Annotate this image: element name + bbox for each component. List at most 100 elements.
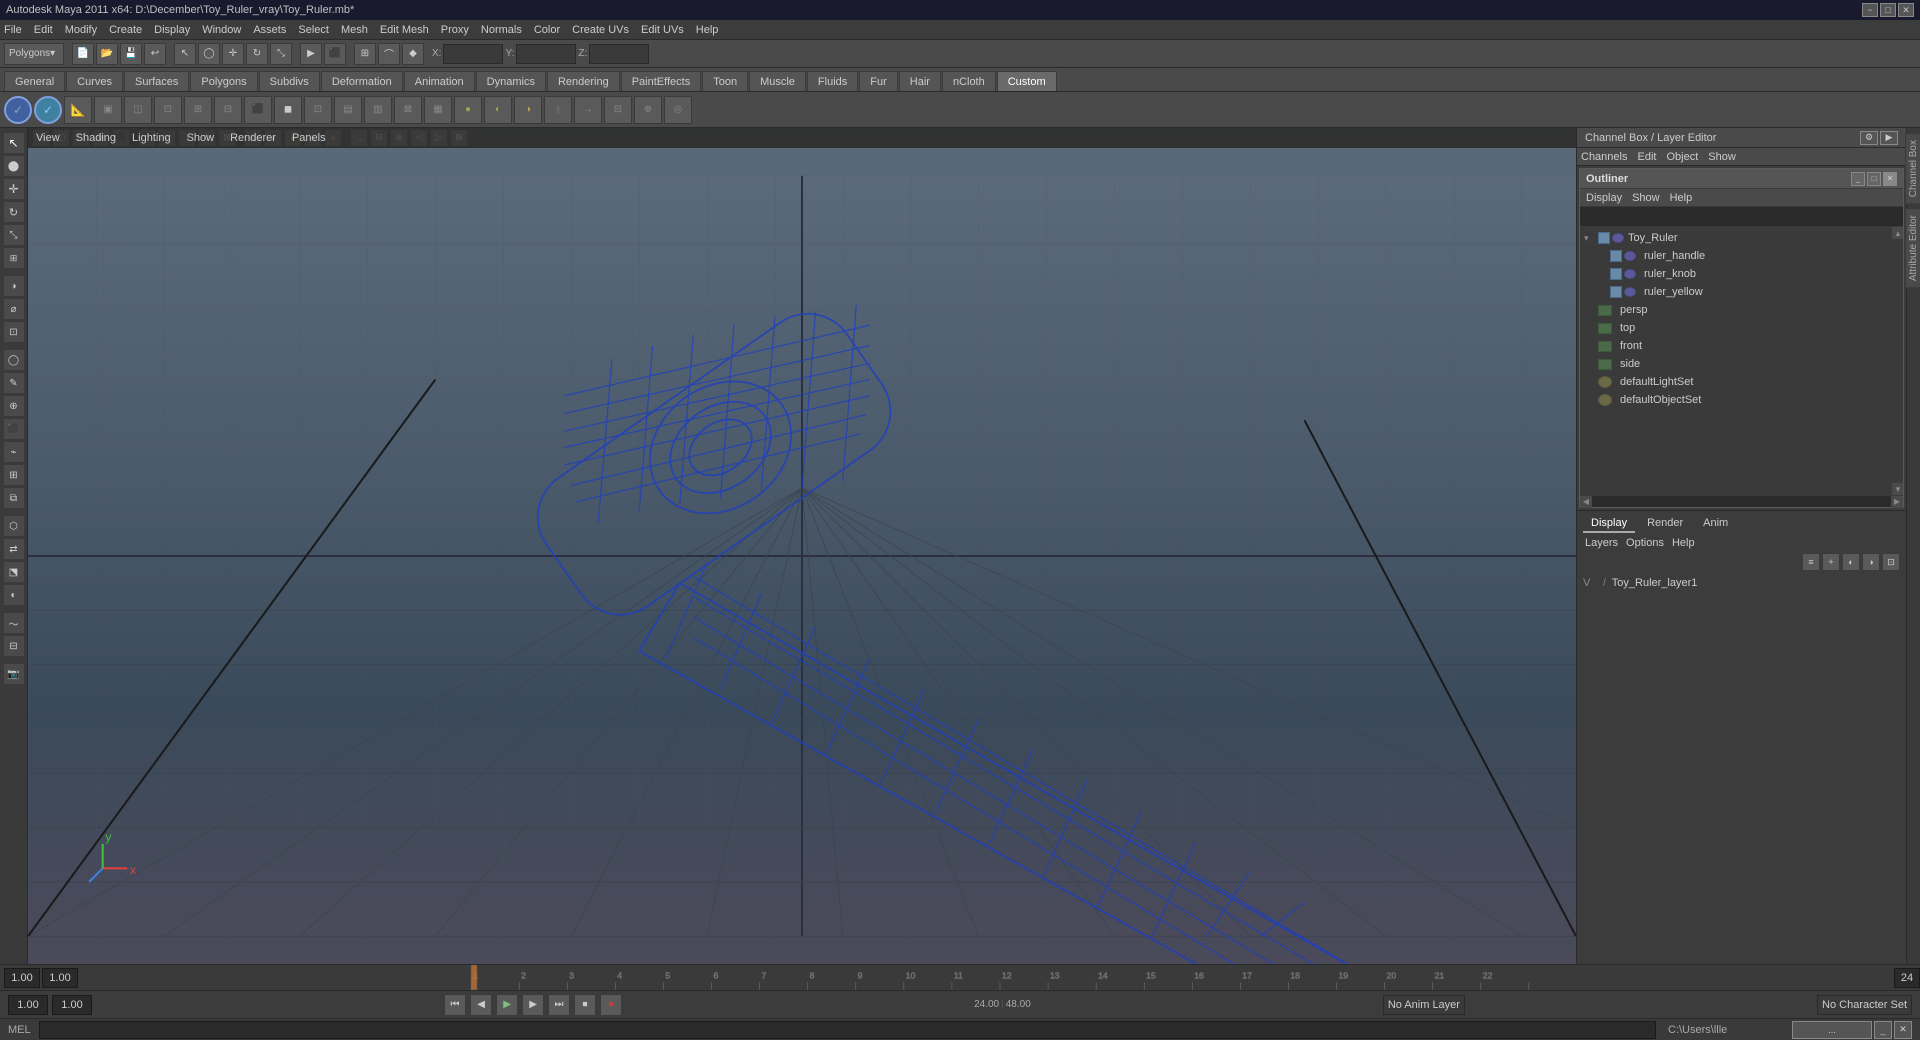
render-btn[interactable]: ▶ [300, 43, 322, 65]
shelf-icon-5[interactable]: ◫ [124, 96, 152, 124]
ol-menu-help[interactable]: Help [1670, 192, 1693, 204]
shelf-icon-1[interactable]: ✓ [4, 96, 32, 124]
mode-dropdown[interactable]: Polygons▾ [4, 43, 64, 65]
layer-icon-1[interactable]: ≡ [1802, 553, 1820, 571]
minimize-button[interactable]: − [1862, 3, 1878, 17]
viewport-menu-lighting[interactable]: Lighting [132, 132, 171, 144]
viewport[interactable]: View Shading Lighting Show Renderer Pane… [28, 128, 1576, 964]
shelf-icon-8[interactable]: ⊟ [214, 96, 242, 124]
shelf-icon-21[interactable]: ⊟ [604, 96, 632, 124]
layer-icon-4[interactable]: ◑ [1862, 553, 1880, 571]
paint-btn[interactable]: ✎ [3, 372, 25, 394]
shelf-icon-12[interactable]: ▤ [334, 96, 362, 124]
menu-edit-mesh[interactable]: Edit Mesh [380, 24, 429, 36]
shelf-tab-painteffects[interactable]: PaintEffects [621, 71, 702, 91]
shelf-tab-toon[interactable]: Toon [702, 71, 748, 91]
paint-select-btn[interactable]: ⬤ [3, 155, 25, 177]
surface-btn[interactable]: ⊟ [3, 635, 25, 657]
channel-box-settings-btn[interactable]: ⚙ [1860, 131, 1878, 145]
prev-key-btn[interactable]: ⏮ [444, 994, 466, 1016]
ik-btn[interactable]: ⇄ [3, 538, 25, 560]
shelf-icon-18[interactable]: ◑ [514, 96, 542, 124]
layer-menu-options[interactable]: Options [1626, 537, 1664, 549]
menu-file[interactable]: File [4, 24, 22, 36]
shelf-icon-2[interactable]: ✓ [34, 96, 62, 124]
menu-edit[interactable]: Edit [34, 24, 53, 36]
viewport-menu-show[interactable]: Show [187, 132, 215, 144]
outliner-item-ruler-yellow[interactable]: ruler_yellow [1580, 283, 1891, 301]
outliner-scroll-right-btn[interactable]: ▶ [1891, 496, 1903, 508]
joint-btn[interactable]: ⬡ [3, 515, 25, 537]
outliner-scroll-down-btn[interactable]: ▼ [1892, 483, 1903, 495]
channel-box-expand-btn[interactable]: ▶ [1880, 131, 1898, 145]
timeline-current-input[interactable]: 1.00 [42, 968, 78, 988]
scale-btn[interactable]: ⤡ [3, 224, 25, 246]
timeline-start-input[interactable]: 1.00 [4, 968, 40, 988]
playback-start-frame[interactable]: 1.00 [8, 995, 48, 1015]
move-tool-btn[interactable]: ✛ [222, 43, 244, 65]
menu-mesh[interactable]: Mesh [341, 24, 368, 36]
cb-menu-object[interactable]: Object [1666, 151, 1698, 163]
shelf-tab-rendering[interactable]: Rendering [547, 71, 620, 91]
prev-frame-btn[interactable]: ◀ [470, 994, 492, 1016]
outliner-item-side[interactable]: side [1580, 355, 1891, 373]
menu-display[interactable]: Display [154, 24, 190, 36]
open-file-btn[interactable]: 📂 [96, 43, 118, 65]
curve-btn[interactable]: 〜 [3, 612, 25, 634]
shelf-icon-14[interactable]: ⊠ [394, 96, 422, 124]
snap-curve-btn[interactable]: ⌒ [378, 43, 400, 65]
shelf-tab-custom[interactable]: Custom [997, 71, 1057, 91]
outliner-hscrollbar[interactable]: ◀ ▶ [1580, 495, 1903, 507]
shelf-icon-20[interactable]: → [574, 96, 602, 124]
outliner-scroll-left-btn[interactable]: ◀ [1580, 496, 1592, 508]
menu-color[interactable]: Color [534, 24, 560, 36]
cb-menu-show[interactable]: Show [1708, 151, 1736, 163]
rotate-tool-btn[interactable]: ↻ [246, 43, 268, 65]
outliner-item-default-object-set[interactable]: defaultObjectSet [1580, 391, 1891, 409]
layer-menu-help[interactable]: Help [1672, 537, 1695, 549]
maximize-button[interactable]: □ [1880, 3, 1896, 17]
taskbar-close-btn[interactable]: ✕ [1894, 1021, 1912, 1039]
shelf-tab-surfaces[interactable]: Surfaces [124, 71, 189, 91]
record-btn[interactable]: ⏺ [600, 994, 622, 1016]
layer-icon-2[interactable]: + [1822, 553, 1840, 571]
undo-btn[interactable]: ↩ [144, 43, 166, 65]
menu-proxy[interactable]: Proxy [441, 24, 469, 36]
shelf-tab-fluids[interactable]: Fluids [807, 71, 858, 91]
bind-btn[interactable]: ⬔ [3, 561, 25, 583]
lasso-tool-btn[interactable]: ◯ [198, 43, 220, 65]
shelf-tab-muscle[interactable]: Muscle [749, 71, 806, 91]
outliner-item-default-light-set[interactable]: defaultLightSet [1580, 373, 1891, 391]
next-key-btn[interactable]: ⏭ [548, 994, 570, 1016]
shelf-icon-11[interactable]: ⊡ [304, 96, 332, 124]
shelf-icon-15[interactable]: ▦ [424, 96, 452, 124]
menu-create[interactable]: Create [109, 24, 142, 36]
channel-box-tab[interactable]: Channel Box [1905, 133, 1920, 204]
menu-edit-uvs[interactable]: Edit UVs [641, 24, 684, 36]
ol-menu-display[interactable]: Display [1586, 192, 1622, 204]
snap-point-btn[interactable]: ◆ [402, 43, 424, 65]
outliner-item-front[interactable]: front [1580, 337, 1891, 355]
menu-assets[interactable]: Assets [253, 24, 286, 36]
sculpt-btn[interactable]: ⌀ [3, 298, 25, 320]
camera-btn[interactable]: 📷 [3, 663, 25, 685]
attr-editor-tab[interactable]: Attribute Editor [1905, 208, 1920, 288]
viewport-menu-renderer[interactable]: Renderer [230, 132, 276, 144]
cluster-btn[interactable]: ⊕ [3, 395, 25, 417]
taskbar-min-btn[interactable]: _ [1874, 1021, 1892, 1039]
select-tool-btn[interactable]: ↖ [174, 43, 196, 65]
shelf-icon-13[interactable]: ▥ [364, 96, 392, 124]
outliner-item-ruler-handle[interactable]: ruler_handle [1580, 247, 1891, 265]
stop-btn[interactable]: ⏹ [574, 994, 596, 1016]
layer-tab-anim[interactable]: Anim [1695, 515, 1736, 533]
no-anim-layer-dropdown[interactable]: No Anim Layer [1383, 995, 1465, 1015]
menu-help[interactable]: Help [696, 24, 719, 36]
soft-mod-btn[interactable]: ◑ [3, 275, 25, 297]
paint-weights-btn[interactable]: ◐ [3, 584, 25, 606]
timeline-ruler[interactable]: 1 2 3 4 5 6 7 8 9 [110, 965, 1890, 990]
shelf-icon-3[interactable]: 📐 [64, 96, 92, 124]
shelf-icon-6[interactable]: ⊡ [154, 96, 182, 124]
next-frame-btn[interactable]: ▶ [522, 994, 544, 1016]
viewport-menu-panels[interactable]: Panels [292, 132, 326, 144]
layer-tab-display[interactable]: Display [1583, 515, 1635, 533]
